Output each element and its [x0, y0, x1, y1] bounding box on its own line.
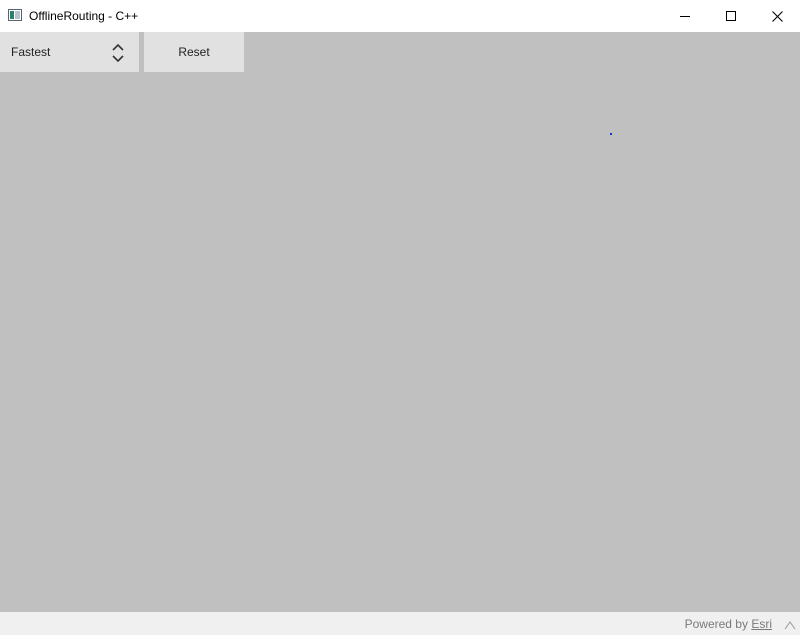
- minimize-button[interactable]: [662, 0, 708, 32]
- esri-link[interactable]: Esri: [751, 617, 772, 631]
- travel-mode-value: Fastest: [11, 45, 51, 59]
- travel-mode-select[interactable]: Fastest: [0, 32, 139, 72]
- route-stop-point: [610, 133, 612, 135]
- close-button[interactable]: [754, 0, 800, 32]
- maximize-icon: [726, 11, 736, 21]
- reset-button-label: Reset: [178, 45, 210, 59]
- window-title: OfflineRouting - C++: [29, 9, 139, 23]
- app-window-icon: [8, 9, 22, 21]
- map-view[interactable]: Fastest Reset: [0, 32, 800, 612]
- attribution-prefix: Powered by: [684, 617, 748, 631]
- app-window: OfflineRouting - C++ Fastest Reset Power…: [0, 0, 800, 635]
- close-icon: [771, 10, 783, 22]
- minimize-icon: [680, 16, 690, 17]
- attribution-text: Powered by Esri: [685, 617, 772, 631]
- title-bar[interactable]: OfflineRouting - C++: [0, 0, 800, 32]
- chevron-up-icon[interactable]: [784, 620, 796, 630]
- maximize-button[interactable]: [708, 0, 754, 32]
- chevron-up-down-icon: [112, 43, 124, 63]
- reset-button[interactable]: Reset: [144, 32, 244, 72]
- attribution-bar: Powered by Esri: [0, 612, 800, 635]
